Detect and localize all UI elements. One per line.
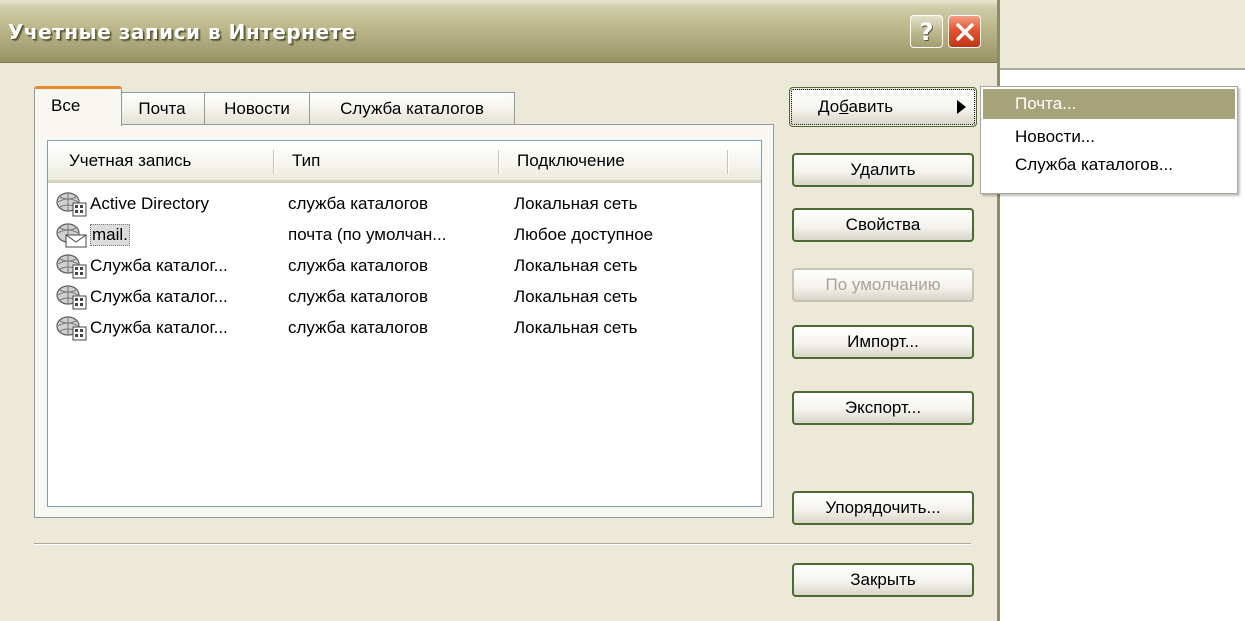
menu-item-news[interactable]: Новости... [983, 124, 1235, 150]
account-connection: Любое доступное [514, 224, 654, 244]
directory-service-icon [56, 192, 87, 217]
account-type: служба каталогов [288, 317, 429, 337]
directory-service-icon [56, 316, 87, 341]
menu-item-mail[interactable]: Почта... [983, 89, 1235, 119]
close-button[interactable]: Закрыть [792, 563, 974, 597]
account-connection: Локальная сеть [514, 286, 638, 306]
help-icon: ? [919, 17, 934, 46]
account-name: Active Directory [90, 193, 210, 213]
set-default-button[interactable]: По умолчанию [792, 268, 974, 302]
export-button[interactable]: Экспорт... [792, 391, 974, 425]
column-header-type[interactable]: Тип [292, 141, 320, 180]
menu-item-directory-service[interactable]: Служба каталогов... [983, 150, 1235, 180]
column-header-account[interactable]: Учетная запись [69, 141, 191, 180]
import-button[interactable]: Импорт... [792, 325, 974, 359]
tab-directory-service[interactable]: Служба каталогов [309, 92, 515, 124]
list-row[interactable]: Служба каталог... служба каталогов Локал… [48, 312, 761, 343]
properties-button[interactable]: Свойства [792, 208, 974, 242]
account-connection: Локальная сеть [514, 193, 638, 213]
account-type: служба каталогов [288, 193, 429, 213]
add-submenu: Почта... Новости... Служба каталогов... [980, 86, 1238, 194]
account-name: Служба каталог... [90, 286, 228, 306]
list-row[interactable]: Служба каталог... служба каталогов Локал… [48, 250, 761, 281]
list-row[interactable]: Служба каталог... служба каталогов Локал… [48, 281, 761, 312]
add-button[interactable]: Добавить [789, 87, 977, 127]
mail-account-icon [56, 223, 87, 248]
help-button[interactable]: ? [910, 15, 943, 48]
screen: Учетные записи в Интернете ? Почта Новос… [0, 0, 1245, 621]
account-type: почта (по умолчан... [288, 224, 447, 244]
accounts-list[interactable]: Учетная запись Тип Подключение Active Di… [47, 140, 762, 507]
internet-accounts-dialog: Учетные записи в Интернете ? Почта Новос… [0, 0, 1000, 621]
window-title: Учетные записи в Интернете [8, 20, 356, 44]
tab-mail[interactable]: Почта [119, 92, 205, 124]
account-type: служба каталогов [288, 286, 429, 306]
account-type: служба каталогов [288, 255, 429, 275]
tab-all[interactable]: Все [34, 86, 122, 126]
column-separator[interactable] [273, 150, 275, 174]
submenu-arrow-icon [957, 100, 966, 114]
column-header-connection[interactable]: Подключение [517, 141, 625, 180]
account-name: mail. [90, 223, 130, 246]
account-name-cell: mail. [90, 219, 270, 250]
directory-service-icon [56, 285, 87, 310]
order-button[interactable]: Упорядочить... [792, 491, 974, 525]
add-button-label: Добавить [818, 97, 894, 116]
horizontal-divider [34, 543, 971, 545]
column-separator[interactable] [498, 150, 500, 174]
account-name: Служба каталог... [90, 255, 228, 275]
directory-service-icon [56, 254, 87, 279]
close-icon [955, 22, 974, 41]
list-row[interactable]: mail. почта (по умолчан... Любое доступн… [48, 219, 761, 250]
list-row[interactable]: Active Directory служба каталогов Локаль… [48, 188, 761, 219]
delete-button[interactable]: Удалить [792, 153, 974, 187]
close-window-button[interactable] [948, 15, 981, 48]
account-name: Служба каталог... [90, 317, 228, 337]
tab-news[interactable]: Новости [204, 92, 310, 124]
list-header: Учетная запись Тип Подключение [48, 141, 761, 183]
background-toolbar [988, 0, 1245, 68]
account-connection: Локальная сеть [514, 317, 638, 337]
background-divider [988, 68, 1245, 70]
column-separator[interactable] [727, 150, 729, 174]
title-bar[interactable]: Учетные записи в Интернете ? [0, 0, 997, 63]
account-connection: Локальная сеть [514, 255, 638, 275]
